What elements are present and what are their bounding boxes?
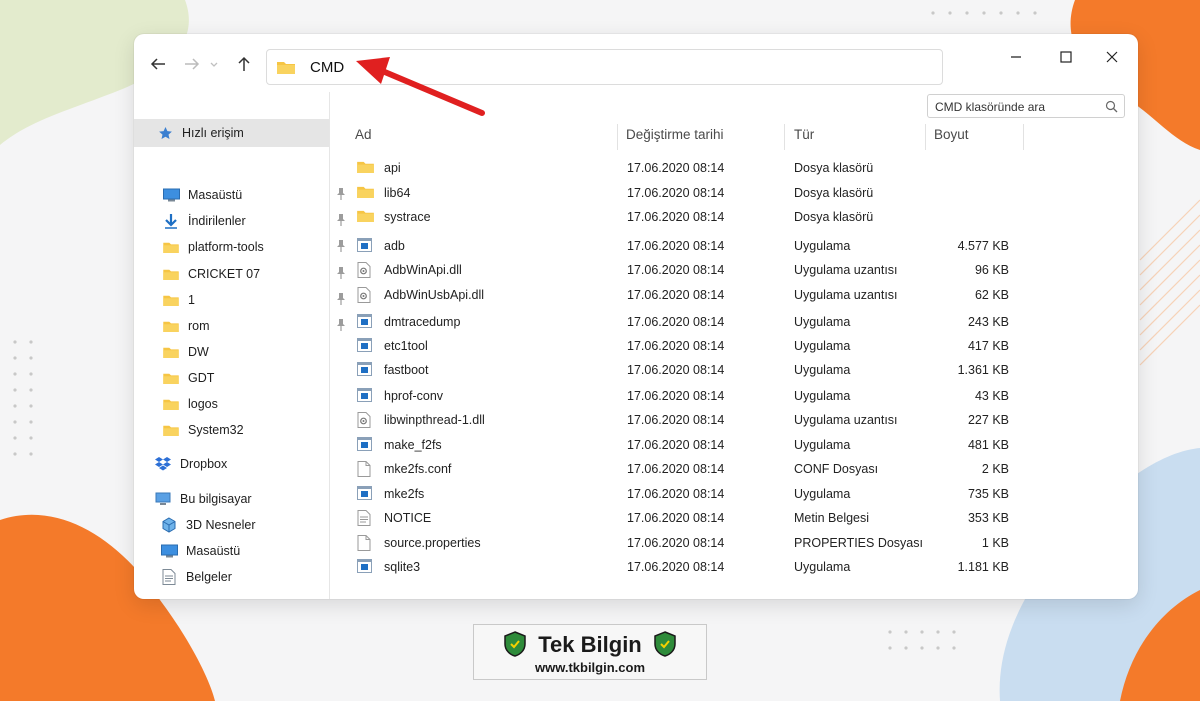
brand-url: www.tkbilgin.com [534,660,646,675]
annotation-arrow [356,57,485,116]
brand-logo-box: Tek Bilgin www.tkbilgin.com [473,624,707,680]
shield-icon [654,631,676,657]
